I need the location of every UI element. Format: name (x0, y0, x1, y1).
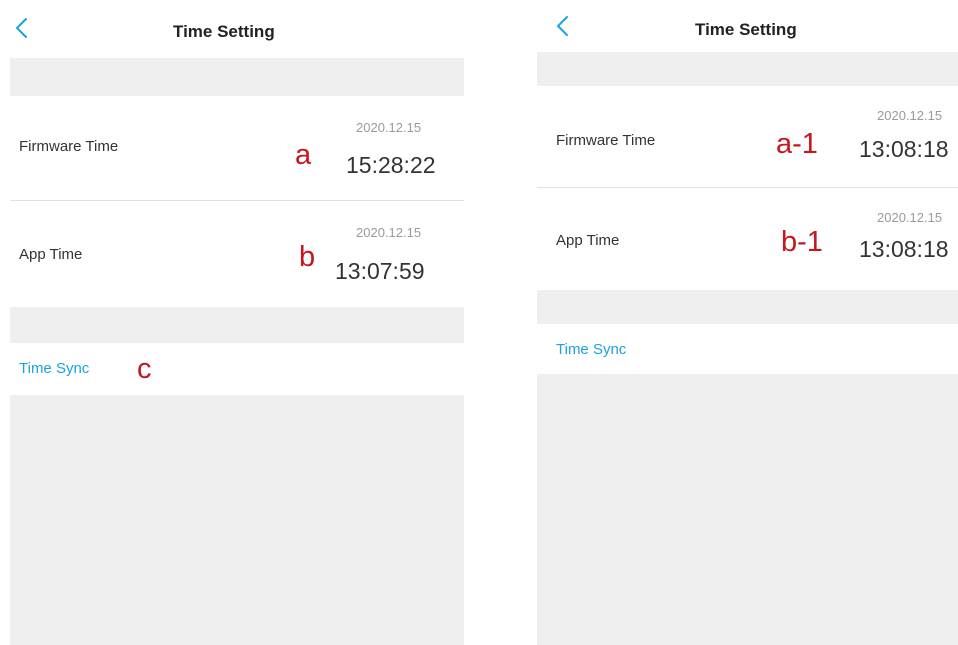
time-sync-button[interactable]: Time Sync c (10, 343, 464, 395)
annotation-a-1: a-1 (776, 128, 818, 160)
annotation-a: a (295, 139, 312, 171)
section-gap (537, 52, 958, 86)
back-button[interactable] (10, 6, 40, 50)
nav-bar: Time Setting (10, 0, 464, 58)
app-time-value: 13:07:59 (335, 258, 425, 284)
chevron-left-icon (557, 16, 568, 36)
nav-bar: Time Setting (537, 0, 958, 58)
firmware-date: 2020.12.15 (356, 120, 422, 135)
app-time-row: App Time 2020.12.15 b 13:07:59 (10, 201, 464, 307)
firmware-time-row: Firmware Time 2020.12.15 a-1 13:08:18 (537, 86, 958, 187)
empty-area (10, 395, 464, 645)
app-time-row: App Time 2020.12.15 b-1 13:08:18 (537, 188, 958, 290)
section-gap (10, 307, 464, 343)
annotation-c: c (137, 353, 152, 385)
firmware-time-value: 13:08:18 (859, 136, 949, 162)
page-title: Time Setting (695, 20, 797, 39)
app-time-value: 13:08:18 (859, 236, 949, 262)
section-gap (537, 290, 958, 324)
firmware-time-row: Firmware Time 2020.12.15 a 15:28:22 (10, 96, 464, 200)
firmware-time-value: 15:28:22 (346, 152, 436, 178)
time-sync-label: Time Sync (19, 360, 90, 377)
back-button[interactable] (551, 4, 581, 48)
firmware-date: 2020.12.15 (877, 108, 943, 123)
firmware-time-label: Firmware Time (19, 138, 119, 155)
empty-area (537, 374, 958, 645)
chevron-left-icon (16, 18, 27, 38)
app-date: 2020.12.15 (877, 210, 943, 225)
app-time-label: App Time (556, 232, 620, 249)
screen-before-sync: Time Setting Firmware Time 2020.12.15 a … (10, 0, 464, 645)
section-gap (10, 58, 464, 96)
time-sync-button[interactable]: Time Sync (537, 324, 958, 374)
annotation-b-1: b-1 (781, 226, 823, 258)
screen-after-sync: Time Setting Firmware Time 2020.12.15 a-… (537, 0, 958, 645)
firmware-time-label: Firmware Time (556, 132, 656, 149)
annotation-b: b (299, 241, 316, 273)
page-title: Time Setting (173, 22, 275, 41)
time-sync-label: Time Sync (556, 341, 627, 358)
app-date: 2020.12.15 (356, 225, 422, 240)
app-time-label: App Time (19, 246, 83, 263)
